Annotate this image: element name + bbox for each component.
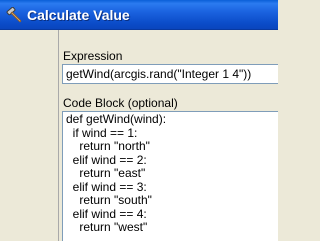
code-line: return "north" xyxy=(66,139,150,153)
code-line: if wind == 1: xyxy=(66,125,138,140)
expression-input[interactable]: getWind(arcgis.rand("Integer 1 4")) xyxy=(62,64,278,84)
code-line: elif wind == 4: xyxy=(66,206,147,221)
code-line: def getWind(wind): xyxy=(66,112,167,126)
window-title: Calculate Value xyxy=(27,7,130,23)
code-line: return "west" xyxy=(66,220,148,234)
calculate-value-dialog: Calculate Value Expression getWind(arcgi… xyxy=(0,0,278,241)
code-block-textarea[interactable]: def getWind(wind): if wind == 1: return … xyxy=(62,111,278,241)
code-line: elif wind == 3: xyxy=(66,179,147,194)
code-line: return "east" xyxy=(66,166,146,180)
hammer-icon xyxy=(6,7,22,23)
code-line: elif wind == 2: xyxy=(66,152,147,167)
expression-label: Expression xyxy=(63,49,123,63)
title-bar[interactable]: Calculate Value xyxy=(0,0,278,30)
code-block-label: Code Block (optional) xyxy=(63,96,178,110)
left-border xyxy=(0,31,5,241)
code-line: return "south" xyxy=(66,193,152,207)
